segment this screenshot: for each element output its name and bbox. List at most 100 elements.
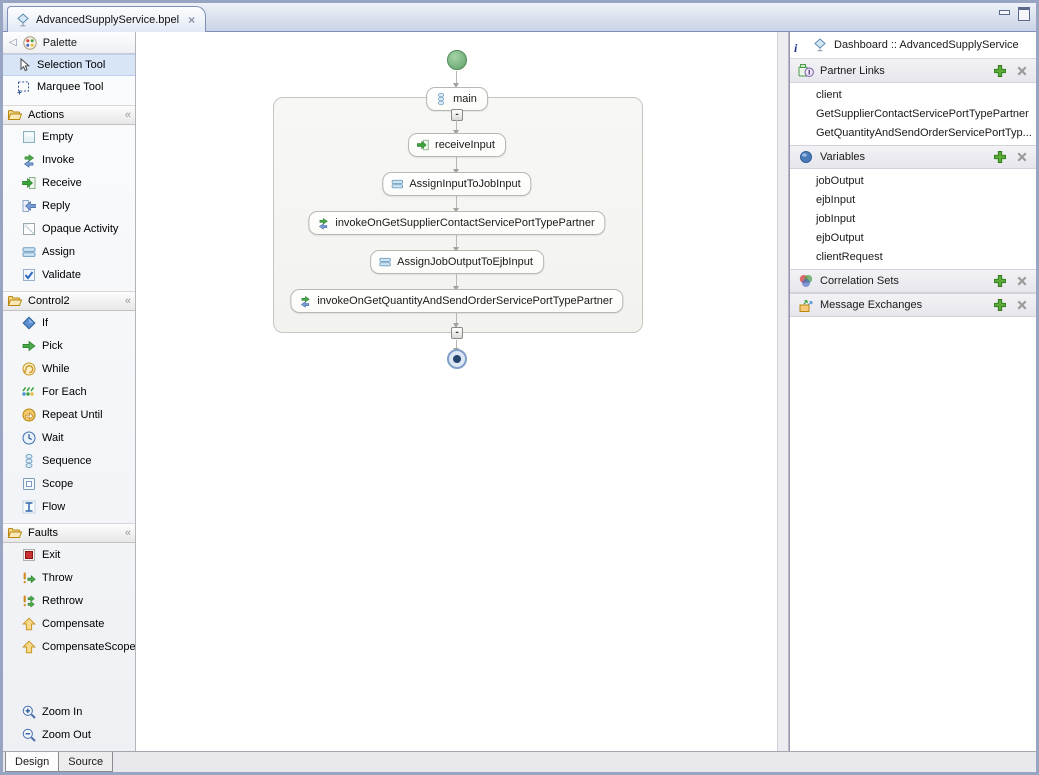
palette-item-label: Exit	[42, 549, 60, 561]
empty-activity-icon	[21, 129, 37, 145]
palette-section-control2[interactable]: Control2 «	[3, 291, 135, 311]
collapse-toggle[interactable]: -	[451, 109, 463, 121]
correlation-set-icon	[798, 273, 814, 289]
tab-design[interactable]: Design	[5, 752, 59, 772]
palette-item-validate[interactable]: Validate	[3, 263, 135, 286]
palette-item-label: While	[42, 363, 70, 375]
partner-link-item[interactable]: client	[790, 85, 1036, 104]
node-main[interactable]: main	[426, 87, 488, 111]
palette-tool-selection[interactable]: Selection Tool	[3, 54, 135, 76]
delete-icon[interactable]	[1014, 273, 1030, 289]
node-invokeOnGetQuantityAndSendOrderServicePortTypePartner[interactable]: invokeOnGetQuantityAndSendOrderServicePo…	[290, 289, 623, 313]
process-canvas[interactable]: main - receiveInput AssignInputToJobInpu…	[136, 32, 777, 751]
delete-icon[interactable]	[1014, 63, 1030, 79]
add-icon[interactable]	[992, 273, 1008, 289]
partner-link-label: GetQuantityAndSendOrderServicePortTyp...	[816, 127, 1032, 139]
palette-item-if[interactable]: If	[3, 311, 135, 334]
pick-icon	[21, 338, 37, 354]
palette-item-opaque-activity[interactable]: Opaque Activity	[3, 217, 135, 240]
node-AssignJobOutputToEjbInput[interactable]: AssignJobOutputToEjbInput	[370, 250, 544, 274]
variable-item[interactable]: clientRequest	[790, 247, 1036, 266]
add-icon[interactable]	[992, 149, 1008, 165]
palette-item-compensate[interactable]: Compensate	[3, 612, 135, 635]
receive-icon	[21, 175, 37, 191]
rethrow-icon	[21, 593, 37, 609]
palette-section-faults[interactable]: Faults «	[3, 523, 135, 543]
palette-item-label: Rethrow	[42, 595, 83, 607]
pin-icon[interactable]: «	[125, 527, 130, 539]
palette-item-compensate-scope[interactable]: CompensateScope	[3, 635, 135, 658]
tray-splitter[interactable]	[777, 32, 789, 751]
palette-item-flow[interactable]: Flow	[3, 495, 135, 518]
palette-item-pick[interactable]: Pick	[3, 334, 135, 357]
palette-tool-marquee[interactable]: Marquee Tool	[3, 76, 135, 98]
repeat-until-icon	[21, 407, 37, 423]
palette-item-while[interactable]: While	[3, 357, 135, 380]
variable-label: ejbInput	[816, 194, 855, 206]
info-marker: i	[794, 43, 797, 54]
close-icon[interactable]: ×	[188, 13, 195, 27]
palette-item-receive[interactable]: Receive	[3, 171, 135, 194]
pin-icon[interactable]: «	[125, 109, 130, 121]
maximize-icon[interactable]	[1017, 7, 1030, 18]
palette-item-repeat-until[interactable]: Repeat Until	[3, 403, 135, 426]
palette-item-label: Zoom Out	[42, 729, 91, 741]
palette-item-throw[interactable]: Throw	[3, 566, 135, 589]
palette-item-empty[interactable]: Empty	[3, 125, 135, 148]
application-window: AdvancedSupplyService.bpel × ◁ Palette S…	[0, 0, 1039, 775]
tray-section-correlation-sets[interactable]: Correlation Sets	[790, 269, 1036, 293]
flow-icon	[21, 499, 37, 515]
minimize-icon[interactable]	[998, 7, 1011, 18]
palette-item-for-each[interactable]: For Each	[3, 380, 135, 403]
tab-source[interactable]: Source	[58, 752, 113, 772]
partner-links-list: client GetSupplierContactServicePortType…	[790, 83, 1036, 145]
palette-item-zoom-in[interactable]: Zoom In	[3, 700, 135, 723]
delete-icon[interactable]	[1014, 297, 1030, 313]
palette-item-label: For Each	[42, 386, 87, 398]
flow-connector	[456, 235, 457, 248]
palette-item-exit[interactable]: Exit	[3, 543, 135, 566]
editor-tab[interactable]: AdvancedSupplyService.bpel ×	[7, 6, 206, 32]
pin-icon[interactable]: «	[125, 295, 130, 307]
palette-item-scope[interactable]: Scope	[3, 472, 135, 495]
variable-item[interactable]: jobOutput	[790, 171, 1036, 190]
palette-header[interactable]: ◁ Palette	[3, 32, 135, 54]
tray-section-variables[interactable]: Variables	[790, 145, 1036, 169]
palette-icon	[22, 35, 38, 51]
palette-item-zoom-out[interactable]: Zoom Out	[3, 723, 135, 746]
palette-item-label: Assign	[42, 246, 75, 258]
palette-item-invoke[interactable]: Invoke	[3, 148, 135, 171]
palette-item-rethrow[interactable]: Rethrow	[3, 589, 135, 612]
node-receiveInput[interactable]: receiveInput	[408, 133, 506, 157]
palette-item-assign[interactable]: Assign	[3, 240, 135, 263]
palette-item-label: Validate	[42, 269, 81, 281]
node-invokeOnGetSupplierContactServicePortTypePartner[interactable]: invokeOnGetSupplierContactServicePortTyp…	[308, 211, 605, 235]
add-icon[interactable]	[992, 63, 1008, 79]
palette-item-sequence[interactable]: Sequence	[3, 449, 135, 472]
invoke-icon	[21, 152, 37, 168]
tray-section-message-exchanges[interactable]: Message Exchanges	[790, 293, 1036, 317]
collapse-toggle[interactable]: -	[451, 327, 463, 339]
palette-item-wait[interactable]: Wait	[3, 426, 135, 449]
variable-item[interactable]: ejbOutput	[790, 228, 1036, 247]
palette-section-actions[interactable]: Actions «	[3, 105, 135, 125]
partner-link-item[interactable]: GetQuantityAndSendOrderServicePortTyp...	[790, 123, 1036, 142]
partner-link-item[interactable]: GetSupplierContactServicePortTypePartner	[790, 104, 1036, 123]
variable-item[interactable]: jobInput	[790, 209, 1036, 228]
palette-item-label: Receive	[42, 177, 82, 189]
start-event-node[interactable]	[447, 50, 467, 70]
dashboard-title: Dashboard :: AdvancedSupplyService	[834, 39, 1019, 51]
end-event-node[interactable]	[447, 349, 467, 369]
palette-collapse-icon[interactable]: ◁	[9, 37, 17, 48]
assign-icon	[390, 177, 404, 191]
add-icon[interactable]	[992, 297, 1008, 313]
palette-item-reply[interactable]: Reply	[3, 194, 135, 217]
compensate-scope-icon	[21, 639, 37, 655]
delete-icon[interactable]	[1014, 149, 1030, 165]
variable-item[interactable]: ejbInput	[790, 190, 1036, 209]
node-AssignInputToJobInput[interactable]: AssignInputToJobInput	[382, 172, 531, 196]
tray-section-partner-links[interactable]: Partner Links	[790, 59, 1036, 83]
flow-connector	[456, 157, 457, 170]
variable-label: clientRequest	[816, 251, 883, 263]
activity-label: invokeOnGetQuantityAndSendOrderServicePo…	[317, 295, 612, 307]
